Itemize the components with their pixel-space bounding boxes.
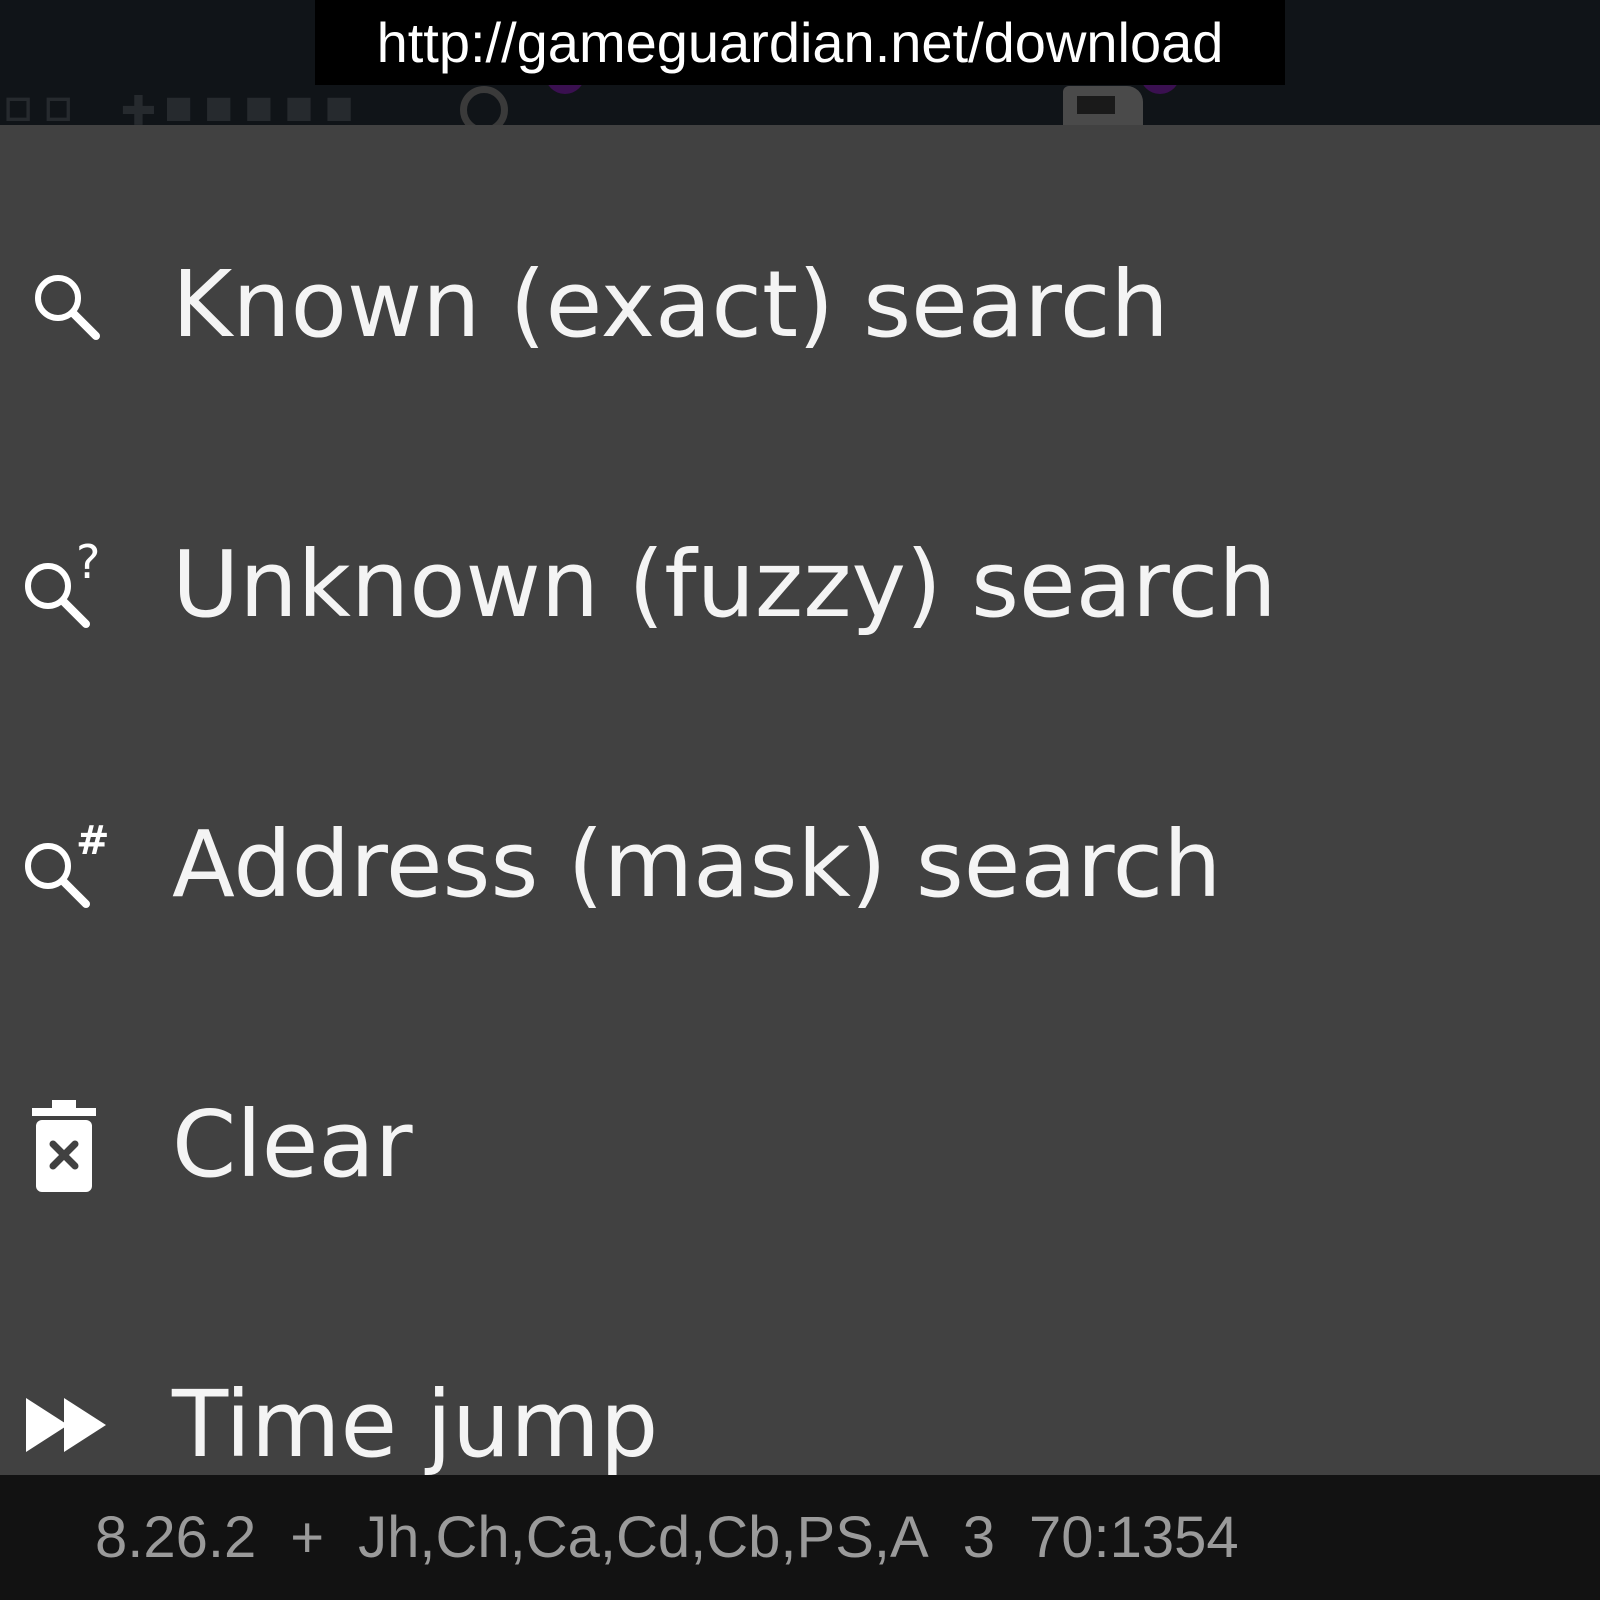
status-text: 8.26.2 + Jh,Ch,Ca,Cd,Cb,PS,A 3 70:1354	[95, 1475, 1273, 1600]
menu-item-label: Time jump	[172, 1371, 659, 1475]
trash-x-icon	[10, 1090, 120, 1200]
menu-item-known-search[interactable]: Known (exact) search	[0, 185, 1600, 425]
process-text: 70:1354	[1028, 1505, 1239, 1570]
menu-item-label: Clear	[172, 1091, 413, 1198]
search-hash-icon: #	[10, 810, 120, 920]
background-search-icon	[460, 86, 508, 125]
menu-item-clear[interactable]: Clear	[0, 1025, 1600, 1265]
search-question-icon: ?	[10, 530, 120, 640]
context-menu: Known (exact) search ? Unknown (fuzzy) s…	[0, 125, 1600, 1475]
menu-item-address-search[interactable]: # Address (mask) search	[0, 745, 1600, 985]
menu-item-unknown-search[interactable]: ? Unknown (fuzzy) search	[0, 465, 1600, 705]
count-text: 3	[962, 1505, 995, 1570]
menu-item-label: Address (mask) search	[172, 811, 1222, 918]
plus-text: +	[290, 1505, 325, 1570]
fast-forward-icon	[10, 1370, 120, 1475]
menu-item-time-jump[interactable]: Time jump	[0, 1305, 1600, 1475]
svg-text:#: #	[76, 818, 110, 864]
status-bar: 8.26.2 + Jh,Ch,Ca,Cd,Cb,PS,A 3 70:1354	[0, 1475, 1600, 1600]
memory-regions-text: Jh,Ch,Ca,Cd,Cb,PS,A	[358, 1505, 929, 1570]
svg-text:?: ?	[76, 535, 100, 589]
search-icon	[10, 250, 120, 360]
menu-item-label: Unknown (fuzzy) search	[172, 531, 1277, 638]
background-app-glyphs: ▫▫ ✚▪▪▪▪▪	[0, 70, 362, 125]
background-save-icon	[1063, 86, 1143, 125]
screen: ▫▫ ✚▪▪▪▪▪ http://gameguardian.net/downlo…	[0, 0, 1600, 1600]
version-text: 8.26.2	[95, 1505, 257, 1570]
app-toolbar-behind-menu: ▫▫ ✚▪▪▪▪▪ http://gameguardian.net/downlo…	[0, 0, 1600, 125]
url-banner: http://gameguardian.net/download	[315, 0, 1285, 85]
menu-item-label: Known (exact) search	[172, 251, 1169, 358]
